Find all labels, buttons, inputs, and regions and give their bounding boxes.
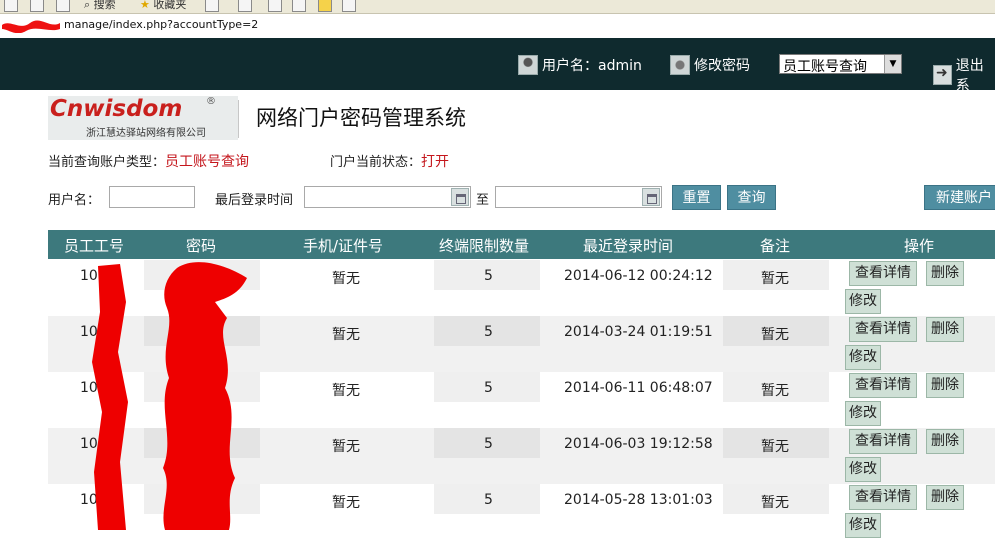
gear-icon bbox=[670, 55, 690, 75]
column-header: 最近登录时间 bbox=[583, 237, 674, 255]
logo-divider bbox=[238, 100, 239, 138]
logout-label: 退出系 bbox=[955, 58, 984, 94]
portal-state-status: 门户当前状态：打开 bbox=[330, 151, 449, 171]
view-details-button[interactable]: 查看详情 bbox=[849, 485, 917, 510]
logo-brand: Cnwisdom bbox=[50, 96, 183, 122]
query-type-status: 当前查询账户类型：员工账号查询 bbox=[48, 151, 249, 171]
view-details-button[interactable]: 查看详情 bbox=[849, 373, 917, 398]
terminal-limit: 5 bbox=[484, 436, 493, 452]
phone-id: 暂无 bbox=[332, 439, 360, 455]
chevron-down-icon[interactable]: ▼ bbox=[884, 55, 901, 73]
column-header: 备注 bbox=[760, 237, 791, 255]
folder-icon[interactable] bbox=[318, 0, 332, 12]
search-toolbar-label: 搜索 bbox=[93, 0, 116, 11]
column-header: 密码 bbox=[186, 237, 217, 255]
logout-link[interactable]: 退出系 bbox=[933, 55, 995, 95]
last-login-time: 2014-06-11 06:48:07 bbox=[564, 380, 713, 396]
phone-id: 暂无 bbox=[332, 495, 360, 511]
change-password-link[interactable]: 修改密码 bbox=[670, 55, 750, 75]
view-details-button[interactable]: 查看详情 bbox=[849, 429, 917, 454]
login-start-date-input[interactable] bbox=[304, 186, 471, 208]
query-type-label: 当前查询账户类型： bbox=[48, 155, 166, 170]
username-search-label: 用户名： bbox=[48, 193, 101, 208]
star-icon: ★ bbox=[140, 0, 150, 11]
portal-state-value: 打开 bbox=[421, 154, 450, 170]
delete-button[interactable]: 删除 bbox=[926, 373, 964, 398]
username-label: 用户名：admin bbox=[542, 58, 642, 74]
date-range-to-label: 至 bbox=[476, 193, 490, 208]
redaction-mark bbox=[163, 262, 247, 530]
column-header: 操作 bbox=[904, 237, 935, 255]
view-details-button[interactable]: 查看详情 bbox=[849, 317, 917, 342]
search-icon: ⌕ bbox=[84, 0, 91, 11]
terminal-limit: 5 bbox=[484, 324, 493, 340]
favorites-toolbar-button[interactable]: ★ 收藏夹 bbox=[140, 0, 186, 12]
home-icon[interactable] bbox=[56, 0, 70, 12]
account-type-select[interactable]: 员工账号查询 ▼ bbox=[779, 54, 902, 75]
reset-button[interactable]: 重置 bbox=[672, 185, 721, 210]
refresh-icon[interactable] bbox=[30, 0, 44, 12]
change-password-label: 修改密码 bbox=[694, 58, 750, 74]
column-header: 员工工号 bbox=[64, 237, 125, 255]
phone-id: 暂无 bbox=[332, 271, 360, 287]
favorites-toolbar-label: 收藏夹 bbox=[153, 0, 187, 11]
logo-reg-mark: ® bbox=[206, 96, 216, 107]
edit-button[interactable]: 修改 bbox=[845, 401, 881, 426]
address-url[interactable]: manage/index.php?accountType=2 bbox=[64, 18, 258, 31]
history-icon[interactable] bbox=[205, 0, 219, 12]
page-title: 网络门户密码管理系统 bbox=[256, 106, 466, 130]
company-logo: Cnwisdom ® 浙江慧达驿站网络有限公司 bbox=[48, 96, 238, 140]
logo-company-name: 浙江慧达驿站网络有限公司 bbox=[86, 128, 206, 139]
username-search-input[interactable] bbox=[109, 186, 195, 208]
phone-id: 暂无 bbox=[332, 327, 360, 343]
current-user: 用户名：admin bbox=[518, 55, 642, 75]
portal-state-label: 门户当前状态： bbox=[330, 155, 422, 170]
note: 暂无 bbox=[761, 495, 789, 511]
edit-button[interactable]: 修改 bbox=[845, 345, 881, 370]
delete-button[interactable]: 删除 bbox=[926, 261, 964, 286]
note: 暂无 bbox=[761, 271, 789, 287]
note: 暂无 bbox=[761, 439, 789, 455]
redaction-mark bbox=[92, 264, 128, 530]
last-login-time: 2014-03-24 01:19:51 bbox=[564, 324, 713, 340]
last-login-time: 2014-06-12 00:24:12 bbox=[564, 268, 713, 284]
delete-button[interactable]: 删除 bbox=[926, 429, 964, 454]
delete-button[interactable]: 删除 bbox=[926, 485, 964, 510]
column-header: 手机/证件号 bbox=[303, 237, 384, 255]
delete-button[interactable]: 删除 bbox=[926, 317, 964, 342]
browser-toolbar: ⌕ 搜索 ★ 收藏夹 bbox=[0, 0, 995, 14]
print-icon[interactable] bbox=[268, 0, 282, 12]
query-type-value: 员工账号查询 bbox=[165, 154, 250, 170]
new-account-button[interactable]: 新建账户 bbox=[924, 185, 995, 210]
last-login-time: 2014-06-03 19:12:58 bbox=[564, 436, 713, 452]
address-bar[interactable]: manage/index.php?accountType=2 bbox=[0, 14, 995, 39]
logout-icon bbox=[933, 65, 952, 85]
redaction-mark bbox=[2, 20, 60, 33]
calendar-icon[interactable] bbox=[451, 188, 469, 206]
terminal-limit: 5 bbox=[484, 268, 493, 284]
column-header: 终端限制数量 bbox=[439, 237, 530, 255]
terminal-limit: 5 bbox=[484, 492, 493, 508]
edit-button[interactable]: 修改 bbox=[845, 513, 881, 538]
edit-button[interactable]: 修改 bbox=[845, 457, 881, 482]
view-details-button[interactable]: 查看详情 bbox=[849, 261, 917, 286]
edit-icon[interactable] bbox=[292, 0, 306, 12]
note: 暂无 bbox=[761, 327, 789, 343]
user-icon bbox=[518, 55, 538, 75]
stop-icon[interactable] bbox=[4, 0, 18, 12]
query-button[interactable]: 查询 bbox=[727, 185, 776, 210]
login-end-date-input[interactable] bbox=[495, 186, 662, 208]
mail-icon[interactable] bbox=[238, 0, 252, 12]
research-icon[interactable] bbox=[342, 0, 356, 12]
last-login-time: 2014-05-28 13:01:03 bbox=[564, 492, 713, 508]
edit-button[interactable]: 修改 bbox=[845, 289, 881, 314]
account-type-value: 员工账号查询 bbox=[783, 59, 867, 75]
phone-id: 暂无 bbox=[332, 383, 360, 399]
calendar-icon[interactable] bbox=[642, 188, 660, 206]
terminal-limit: 5 bbox=[484, 380, 493, 396]
table-header: 员工工号 密码 手机/证件号 终端限制数量 最近登录时间 备注 操作 bbox=[48, 230, 995, 259]
search-toolbar-button[interactable]: ⌕ 搜索 bbox=[84, 0, 116, 12]
last-login-label: 最后登录时间 bbox=[215, 193, 294, 208]
note: 暂无 bbox=[761, 383, 789, 399]
